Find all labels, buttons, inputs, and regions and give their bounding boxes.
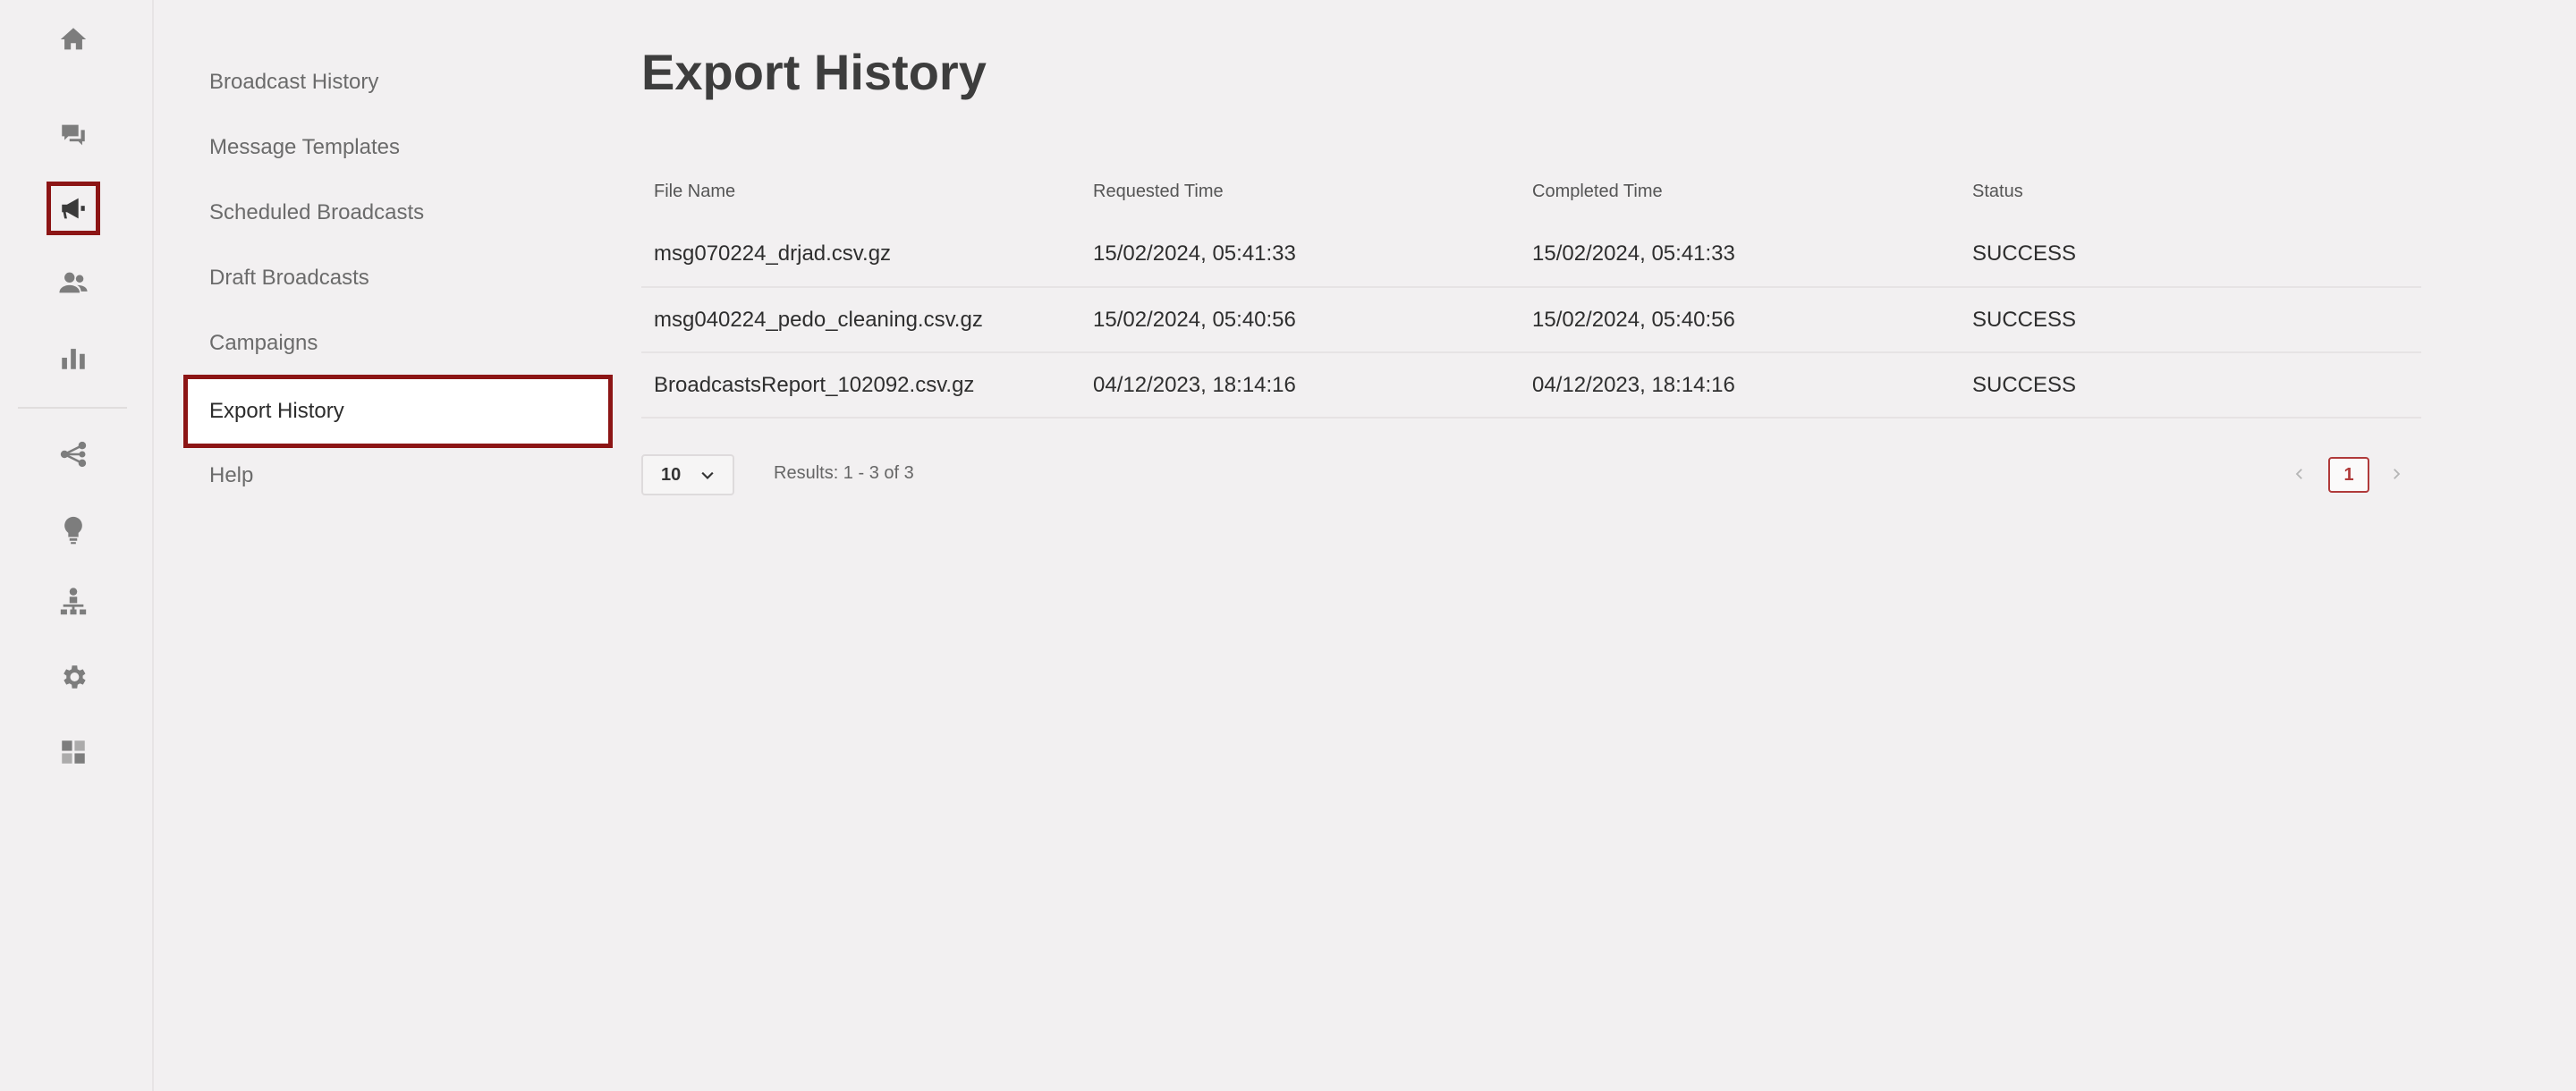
- file-name-cell[interactable]: BroadcastsReport_102092.csv.gz: [641, 352, 1080, 419]
- megaphone-icon[interactable]: [47, 182, 100, 235]
- chevron-left-icon: [2295, 469, 2302, 479]
- completed-time-cell: 04/12/2023, 18:14:16: [1520, 352, 1960, 419]
- requested-time-cell: 15/02/2024, 05:41:33: [1080, 222, 1520, 288]
- page-size-select[interactable]: 10: [641, 454, 734, 495]
- table-row[interactable]: BroadcastsReport_102092.csv.gz 04/12/202…: [641, 352, 2421, 419]
- home-icon[interactable]: [47, 13, 100, 66]
- submenu-item-draft-broadcasts[interactable]: Draft Broadcasts: [183, 245, 613, 311]
- submenu-item-broadcast-history[interactable]: Broadcast History: [183, 49, 613, 115]
- submenu-item-campaigns[interactable]: Campaigns: [183, 310, 613, 376]
- export-history-table: File Name Requested Time Completed Time …: [641, 161, 2421, 419]
- flow-icon[interactable]: [47, 427, 100, 481]
- bar-chart-icon[interactable]: [47, 331, 100, 385]
- lightbulb-icon[interactable]: [47, 503, 100, 556]
- hierarchy-icon[interactable]: [47, 575, 100, 629]
- submenu-item-export-history[interactable]: Export History: [183, 375, 613, 448]
- chevron-right-icon: [2394, 469, 2401, 479]
- status-cell: SUCCESS: [1960, 222, 2421, 288]
- file-name-cell[interactable]: msg070224_drjad.csv.gz: [641, 222, 1080, 288]
- integrations-icon[interactable]: [47, 725, 100, 779]
- chat-icon[interactable]: [47, 108, 100, 162]
- chevron-down-icon: [701, 471, 714, 480]
- column-header-file-name[interactable]: File Name: [641, 161, 1080, 222]
- page-title: Export History: [641, 44, 987, 100]
- gear-icon[interactable]: [47, 650, 100, 704]
- results-count: Results: 1 - 3 of 3: [774, 463, 914, 483]
- rail-divider: [18, 407, 127, 409]
- requested-time-cell: 15/02/2024, 05:40:56: [1080, 287, 1520, 353]
- pagination-page-current[interactable]: 1: [2328, 457, 2369, 493]
- column-header-status[interactable]: Status: [1960, 161, 2421, 222]
- completed-time-cell: 15/02/2024, 05:41:33: [1520, 222, 1960, 288]
- users-icon[interactable]: [47, 256, 100, 309]
- submenu-item-message-templates[interactable]: Message Templates: [183, 114, 613, 181]
- pagination-next-button[interactable]: [2384, 461, 2409, 486]
- icon-rail: [0, 0, 154, 1091]
- column-header-requested-time[interactable]: Requested Time: [1080, 161, 1520, 222]
- table-row[interactable]: msg070224_drjad.csv.gz 15/02/2024, 05:41…: [641, 222, 2421, 288]
- status-cell: SUCCESS: [1960, 352, 2421, 419]
- completed-time-cell: 15/02/2024, 05:40:56: [1520, 287, 1960, 353]
- submenu-item-scheduled-broadcasts[interactable]: Scheduled Broadcasts: [183, 180, 613, 246]
- page-size-value: 10: [661, 464, 682, 485]
- table-header-row: File Name Requested Time Completed Time …: [641, 161, 2421, 222]
- requested-time-cell: 04/12/2023, 18:14:16: [1080, 352, 1520, 419]
- file-name-cell[interactable]: msg040224_pedo_cleaning.csv.gz: [641, 287, 1080, 353]
- status-cell: SUCCESS: [1960, 287, 2421, 353]
- table-row[interactable]: msg040224_pedo_cleaning.csv.gz 15/02/202…: [641, 287, 2421, 353]
- submenu-item-help[interactable]: Help: [183, 443, 613, 509]
- pagination-prev-button[interactable]: [2287, 461, 2312, 486]
- column-header-completed-time[interactable]: Completed Time: [1520, 161, 1960, 222]
